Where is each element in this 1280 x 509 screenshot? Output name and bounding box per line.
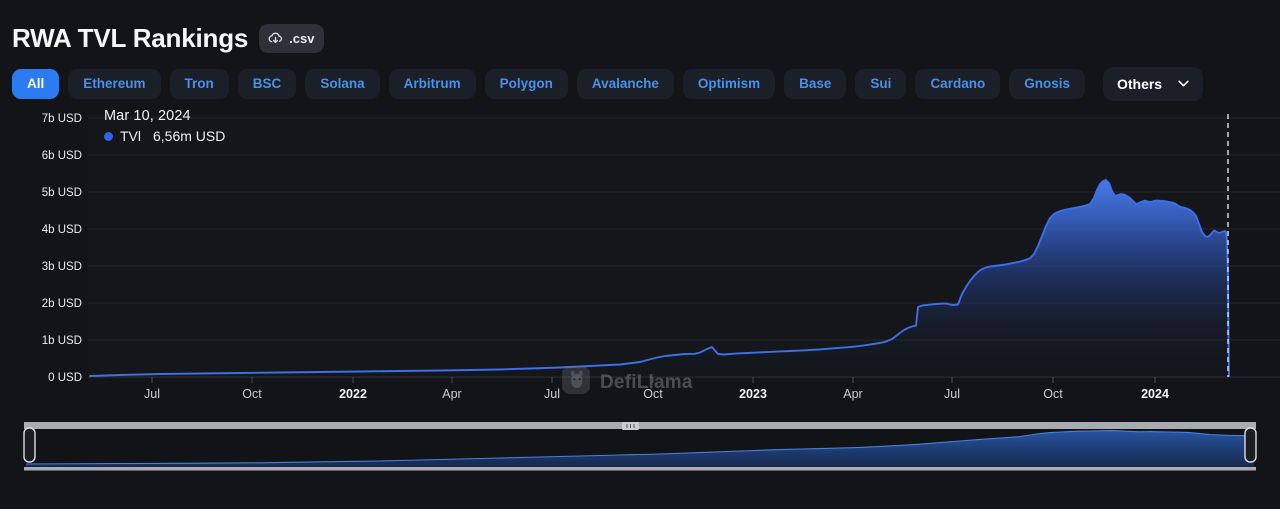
x-tick-apr-2023: Apr — [843, 387, 862, 401]
csv-button-label: .csv — [289, 30, 315, 46]
x-tick-2024: 2024 — [1141, 387, 1169, 401]
x-tick-oct-2021: Oct — [242, 387, 262, 401]
download-cloud-icon — [267, 30, 284, 47]
y-tick-2b: 2b USD — [42, 298, 82, 310]
chain-tab-base[interactable]: Base — [784, 68, 847, 99]
brush-right-handle[interactable] — [1244, 427, 1257, 463]
brush-bottom-bar[interactable] — [24, 467, 1256, 471]
chain-filter-tabs: All Ethereum Tron BSC Solana Arbitrum Po… — [0, 56, 1280, 102]
chart-canvas: 7b USD 6b USD 5b USD 4b USD 3b USD 2b US… — [42, 113, 1280, 401]
page-title: RWA TVL Rankings — [12, 23, 249, 53]
chain-tab-avalanche[interactable]: Avalanche — [576, 68, 674, 99]
x-tick-jul-2022: Jul — [544, 387, 560, 401]
y-tick-3b: 3b USD — [42, 261, 82, 273]
tvl-area-chart[interactable]: 7b USD 6b USD 5b USD 4b USD 3b USD 2b US… — [0, 106, 1280, 406]
y-tick-1b: 1b USD — [42, 335, 82, 347]
brush-top-bar[interactable] — [24, 422, 1256, 429]
chain-tab-tron[interactable]: Tron — [169, 68, 229, 99]
others-dropdown-button[interactable]: Others — [1102, 66, 1204, 101]
y-tick-0: 0 USD — [48, 372, 82, 384]
x-tick-2022: 2022 — [339, 387, 367, 401]
y-tick-4b: 4b USD — [42, 224, 82, 236]
chain-tab-gnosis[interactable]: Gnosis — [1009, 68, 1085, 99]
y-tick-6b: 6b USD — [42, 150, 82, 162]
defillama-rwa-tvl-page: RWA TVL Rankings .csv All Ethereum Tron … — [0, 0, 1280, 509]
others-dropdown-label: Others — [1116, 75, 1163, 92]
page-header: RWA TVL Rankings .csv — [0, 0, 1280, 56]
chain-tab-solana[interactable]: Solana — [305, 68, 380, 99]
chain-tab-arbitrum[interactable]: Arbitrum — [388, 68, 476, 99]
x-tick-oct-2022: Oct — [643, 387, 663, 401]
download-csv-button[interactable]: .csv — [259, 23, 325, 53]
y-tick-5b: 5b USD — [42, 187, 82, 199]
y-tick-7b: 7b USD — [42, 113, 82, 125]
x-tick-jul-2021: Jul — [144, 387, 160, 401]
y-axis-labels: 7b USD 6b USD 5b USD 4b USD 3b USD 2b US… — [42, 113, 82, 384]
chain-tab-cardano[interactable]: Cardano — [915, 68, 1001, 99]
brush-left-handle[interactable] — [23, 427, 36, 463]
x-axis-labels: Jul Oct 2022 Apr Jul Oct 2023 Apr Jul Oc… — [144, 387, 1169, 401]
chain-tab-ethereum[interactable]: Ethereum — [68, 68, 161, 99]
x-tick-jul-2023: Jul — [944, 387, 960, 401]
chevron-down-icon — [1178, 80, 1189, 87]
chain-tab-polygon[interactable]: Polygon — [484, 68, 568, 99]
x-tick-2023: 2023 — [739, 387, 767, 401]
chain-tab-all[interactable]: All — [12, 68, 60, 99]
x-tick-oct-2023: Oct — [1043, 387, 1063, 401]
chart-range-brush[interactable] — [0, 408, 1280, 480]
chain-tab-bsc[interactable]: BSC — [237, 68, 297, 99]
chain-tab-sui[interactable]: Sui — [855, 68, 907, 99]
chain-tab-optimism[interactable]: Optimism — [682, 68, 776, 99]
brush-grip-handle[interactable] — [622, 422, 639, 430]
x-tick-apr-2022: Apr — [442, 387, 461, 401]
